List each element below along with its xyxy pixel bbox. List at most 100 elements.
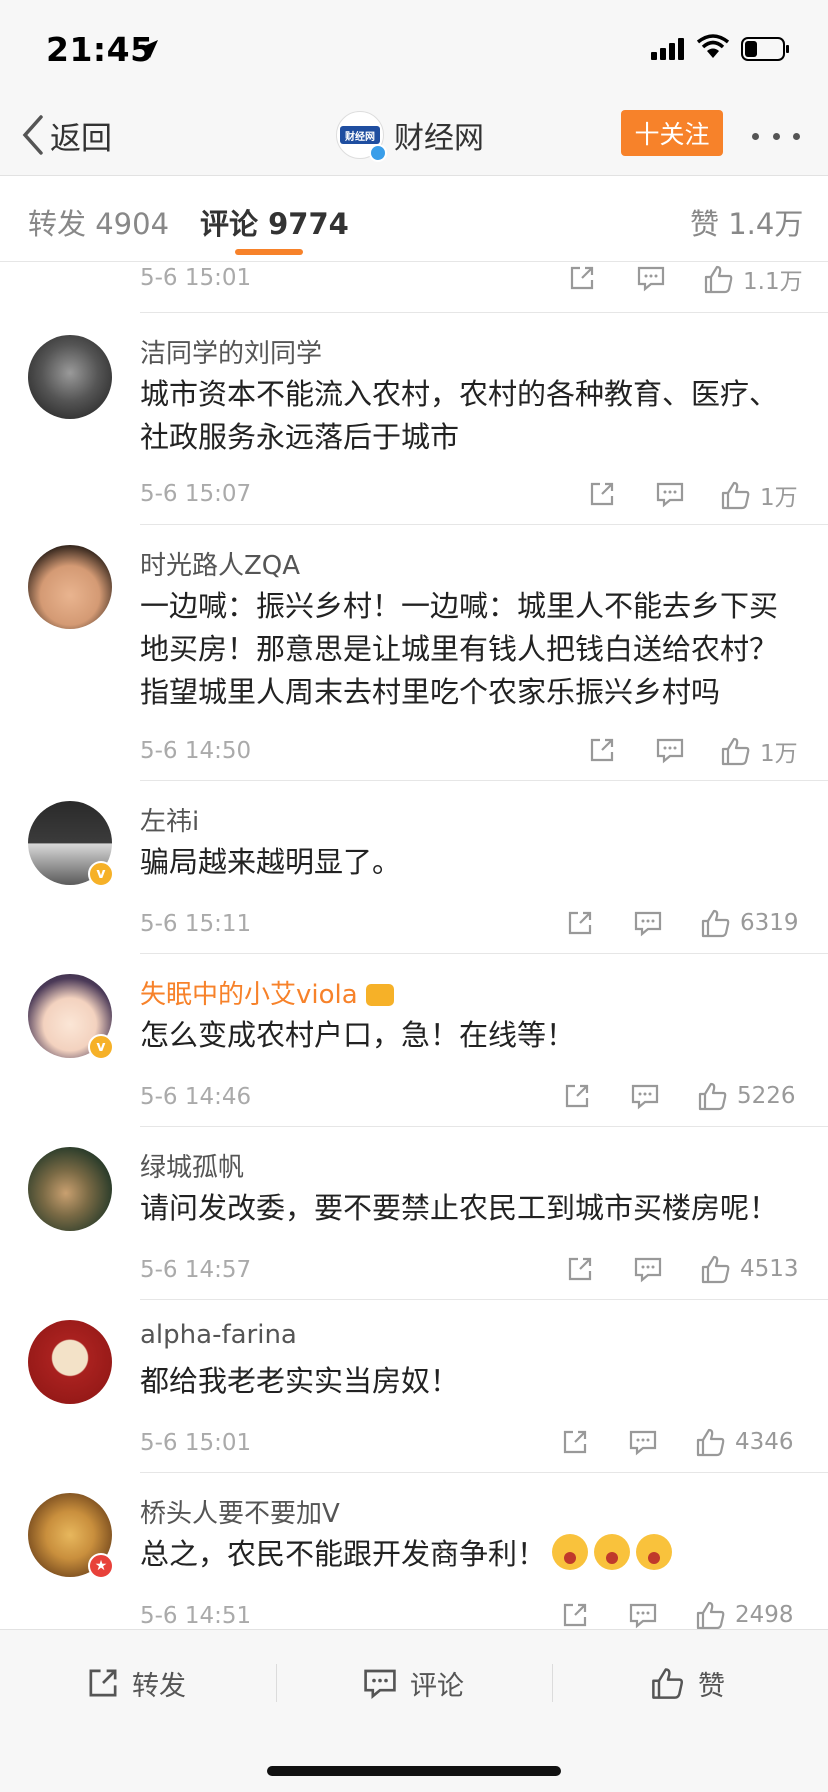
comment-username[interactable]: alpha-farina <box>140 1320 297 1350</box>
cellular-signal-icon <box>651 38 684 60</box>
thumbs-up-icon <box>704 265 733 294</box>
like-button[interactable]: 赞 <box>650 1660 725 1706</box>
like-count: 1万 <box>760 485 798 511</box>
comment-time: 5-6 15:07 <box>140 481 252 507</box>
comment-item: ★ 桥头人要不要加V 总之，农民不能跟开发商争利！ 5-6 14:51 2498 <box>0 1473 828 1629</box>
comment-username[interactable]: 左祎i <box>140 801 199 838</box>
comment-action[interactable] <box>655 736 685 764</box>
avatar[interactable] <box>28 1147 112 1231</box>
thumbs-up-icon <box>701 1255 730 1284</box>
crying-emoji-icon <box>594 1534 631 1570</box>
tab-comments[interactable]: 评论 9774 <box>200 201 349 243</box>
repost-action[interactable] <box>566 909 594 937</box>
crying-emoji-icon <box>552 1534 589 1570</box>
repost-label: 转发 <box>132 1670 186 1702</box>
comment-text: 请问发改委，要不要禁止农民工到城市买楼房呢！ <box>140 1191 779 1225</box>
thumbs-up-icon <box>696 1428 725 1457</box>
comment-button[interactable]: 评论 <box>362 1660 464 1706</box>
thumbs-up-icon <box>652 1668 684 1699</box>
follow-button[interactable]: 十关注 <box>621 110 723 156</box>
avatar[interactable]: ★ <box>28 1493 114 1579</box>
comment-time: 5-6 14:51 <box>140 1603 252 1629</box>
like-label: 赞 <box>698 1670 725 1702</box>
tab-repost[interactable]: 转发 4904 <box>28 201 169 243</box>
comment-list[interactable]: 5-6 15:01 1.1万 洁同学的刘同学 城市资本不能流入农村，农村的各种教… <box>0 262 828 1629</box>
repost-button[interactable]: 转发 <box>86 1660 186 1706</box>
share-icon <box>568 1257 592 1281</box>
comment-username[interactable]: 桥头人要不要加V <box>140 1493 340 1530</box>
comment-item: v 左祎i 骗局越来越明显了。 5-6 15:11 6319 <box>0 781 828 954</box>
location-arrow-icon <box>140 40 158 58</box>
like-action[interactable]: 1.1万 <box>703 262 803 296</box>
repost-action[interactable] <box>561 1601 589 1629</box>
divider <box>552 1664 553 1702</box>
divider <box>276 1664 277 1702</box>
comment-action[interactable] <box>636 264 666 292</box>
nav-bar: 返回 财经网 财经网 十关注 <box>0 98 828 176</box>
repost-action[interactable] <box>588 736 616 764</box>
bottom-toolbar: 转发 评论 赞 <box>0 1629 828 1792</box>
like-action[interactable]: 4346 <box>695 1426 794 1458</box>
like-action[interactable]: 1万 <box>720 734 798 768</box>
verified-badge-icon: v <box>88 1034 114 1060</box>
like-action[interactable]: 5226 <box>697 1080 796 1112</box>
comment-time: 5-6 15:01 <box>140 265 252 291</box>
comment-action[interactable] <box>628 1428 658 1456</box>
comment-action[interactable] <box>633 1255 663 1283</box>
comment-bubble-icon <box>656 482 684 508</box>
tab-likes[interactable]: 赞 1.4万 <box>690 201 803 243</box>
nav-account[interactable]: 财经网 财经网 <box>336 110 484 162</box>
repost-action[interactable] <box>563 1082 591 1110</box>
tab-bar: 转发 4904 评论 9774 赞 1.4万 <box>0 176 828 262</box>
like-action[interactable]: 6319 <box>700 907 799 939</box>
home-indicator[interactable] <box>267 1766 561 1776</box>
comment-item: alpha-farina 都给我老老实实当房奴！ 5-6 15:01 4346 <box>0 1300 828 1473</box>
thumbs-up-icon <box>721 481 750 510</box>
crown-icon <box>365 984 394 1006</box>
like-action[interactable]: 2498 <box>695 1599 794 1629</box>
comment-time: 5-6 14:57 <box>140 1257 252 1283</box>
comment-action[interactable] <box>630 1082 660 1110</box>
member-badge-icon: ★ <box>88 1553 114 1579</box>
comment-time: 5-6 15:01 <box>140 1430 252 1456</box>
comment-text: 城市资本不能流入农村，农村的各种教育、医疗、社政服务永远落后于城市 <box>140 377 779 454</box>
comment-action[interactable] <box>655 480 685 508</box>
more-options-icon[interactable] <box>752 126 800 146</box>
comment-item: 时光路人ZQA 一边喊：振兴乡村！一边喊：城里人不能去乡下买地买房！那意思是让城… <box>0 525 828 781</box>
comment-text-body: 总之，农民不能跟开发商争利！ <box>140 1537 547 1571</box>
comment-username[interactable]: 洁同学的刘同学 <box>140 333 322 370</box>
comment-username[interactable]: 失眠中的小艾viola <box>140 974 394 1011</box>
share-icon <box>565 1084 589 1108</box>
comment-item: 绿城孤帆 请问发改委，要不要禁止农民工到城市买楼房呢！ 5-6 14:57 45… <box>0 1127 828 1300</box>
avatar[interactable] <box>28 1320 112 1404</box>
comment-text: 都给我老老实实当房奴！ <box>140 1364 460 1398</box>
like-count: 6319 <box>740 910 799 936</box>
avatar[interactable]: v <box>28 801 114 887</box>
battery-icon <box>741 37 789 61</box>
comment-item: v 失眠中的小艾viola 怎么变成农村户口，急！在线等！ 5-6 14:46 … <box>0 954 828 1127</box>
comment-action[interactable] <box>628 1601 658 1629</box>
comment-username[interactable]: 绿城孤帆 <box>140 1147 244 1184</box>
repost-action[interactable] <box>568 264 596 292</box>
repost-action[interactable] <box>588 480 616 508</box>
comment-time: 5-6 14:50 <box>140 738 252 764</box>
comment-bubble-icon <box>634 911 662 937</box>
share-icon <box>590 738 614 762</box>
share-icon <box>568 911 592 935</box>
avatar[interactable]: v <box>28 974 114 1060</box>
repost-action[interactable] <box>561 1428 589 1456</box>
share-icon <box>590 482 614 506</box>
comment-bubble-icon <box>631 1084 659 1110</box>
back-button[interactable]: 返回 <box>22 112 112 158</box>
avatar[interactable] <box>28 545 112 629</box>
comment-bubble-icon <box>637 266 665 292</box>
verified-badge-icon: v <box>88 861 114 887</box>
repost-action[interactable] <box>566 1255 594 1283</box>
comment-action[interactable] <box>633 909 663 937</box>
comment-username[interactable]: 时光路人ZQA <box>140 545 300 582</box>
like-action[interactable]: 4513 <box>700 1253 799 1285</box>
like-action[interactable]: 1万 <box>720 478 798 512</box>
avatar[interactable] <box>28 335 112 419</box>
share-icon <box>570 266 594 290</box>
like-count: 1.1万 <box>743 269 803 295</box>
